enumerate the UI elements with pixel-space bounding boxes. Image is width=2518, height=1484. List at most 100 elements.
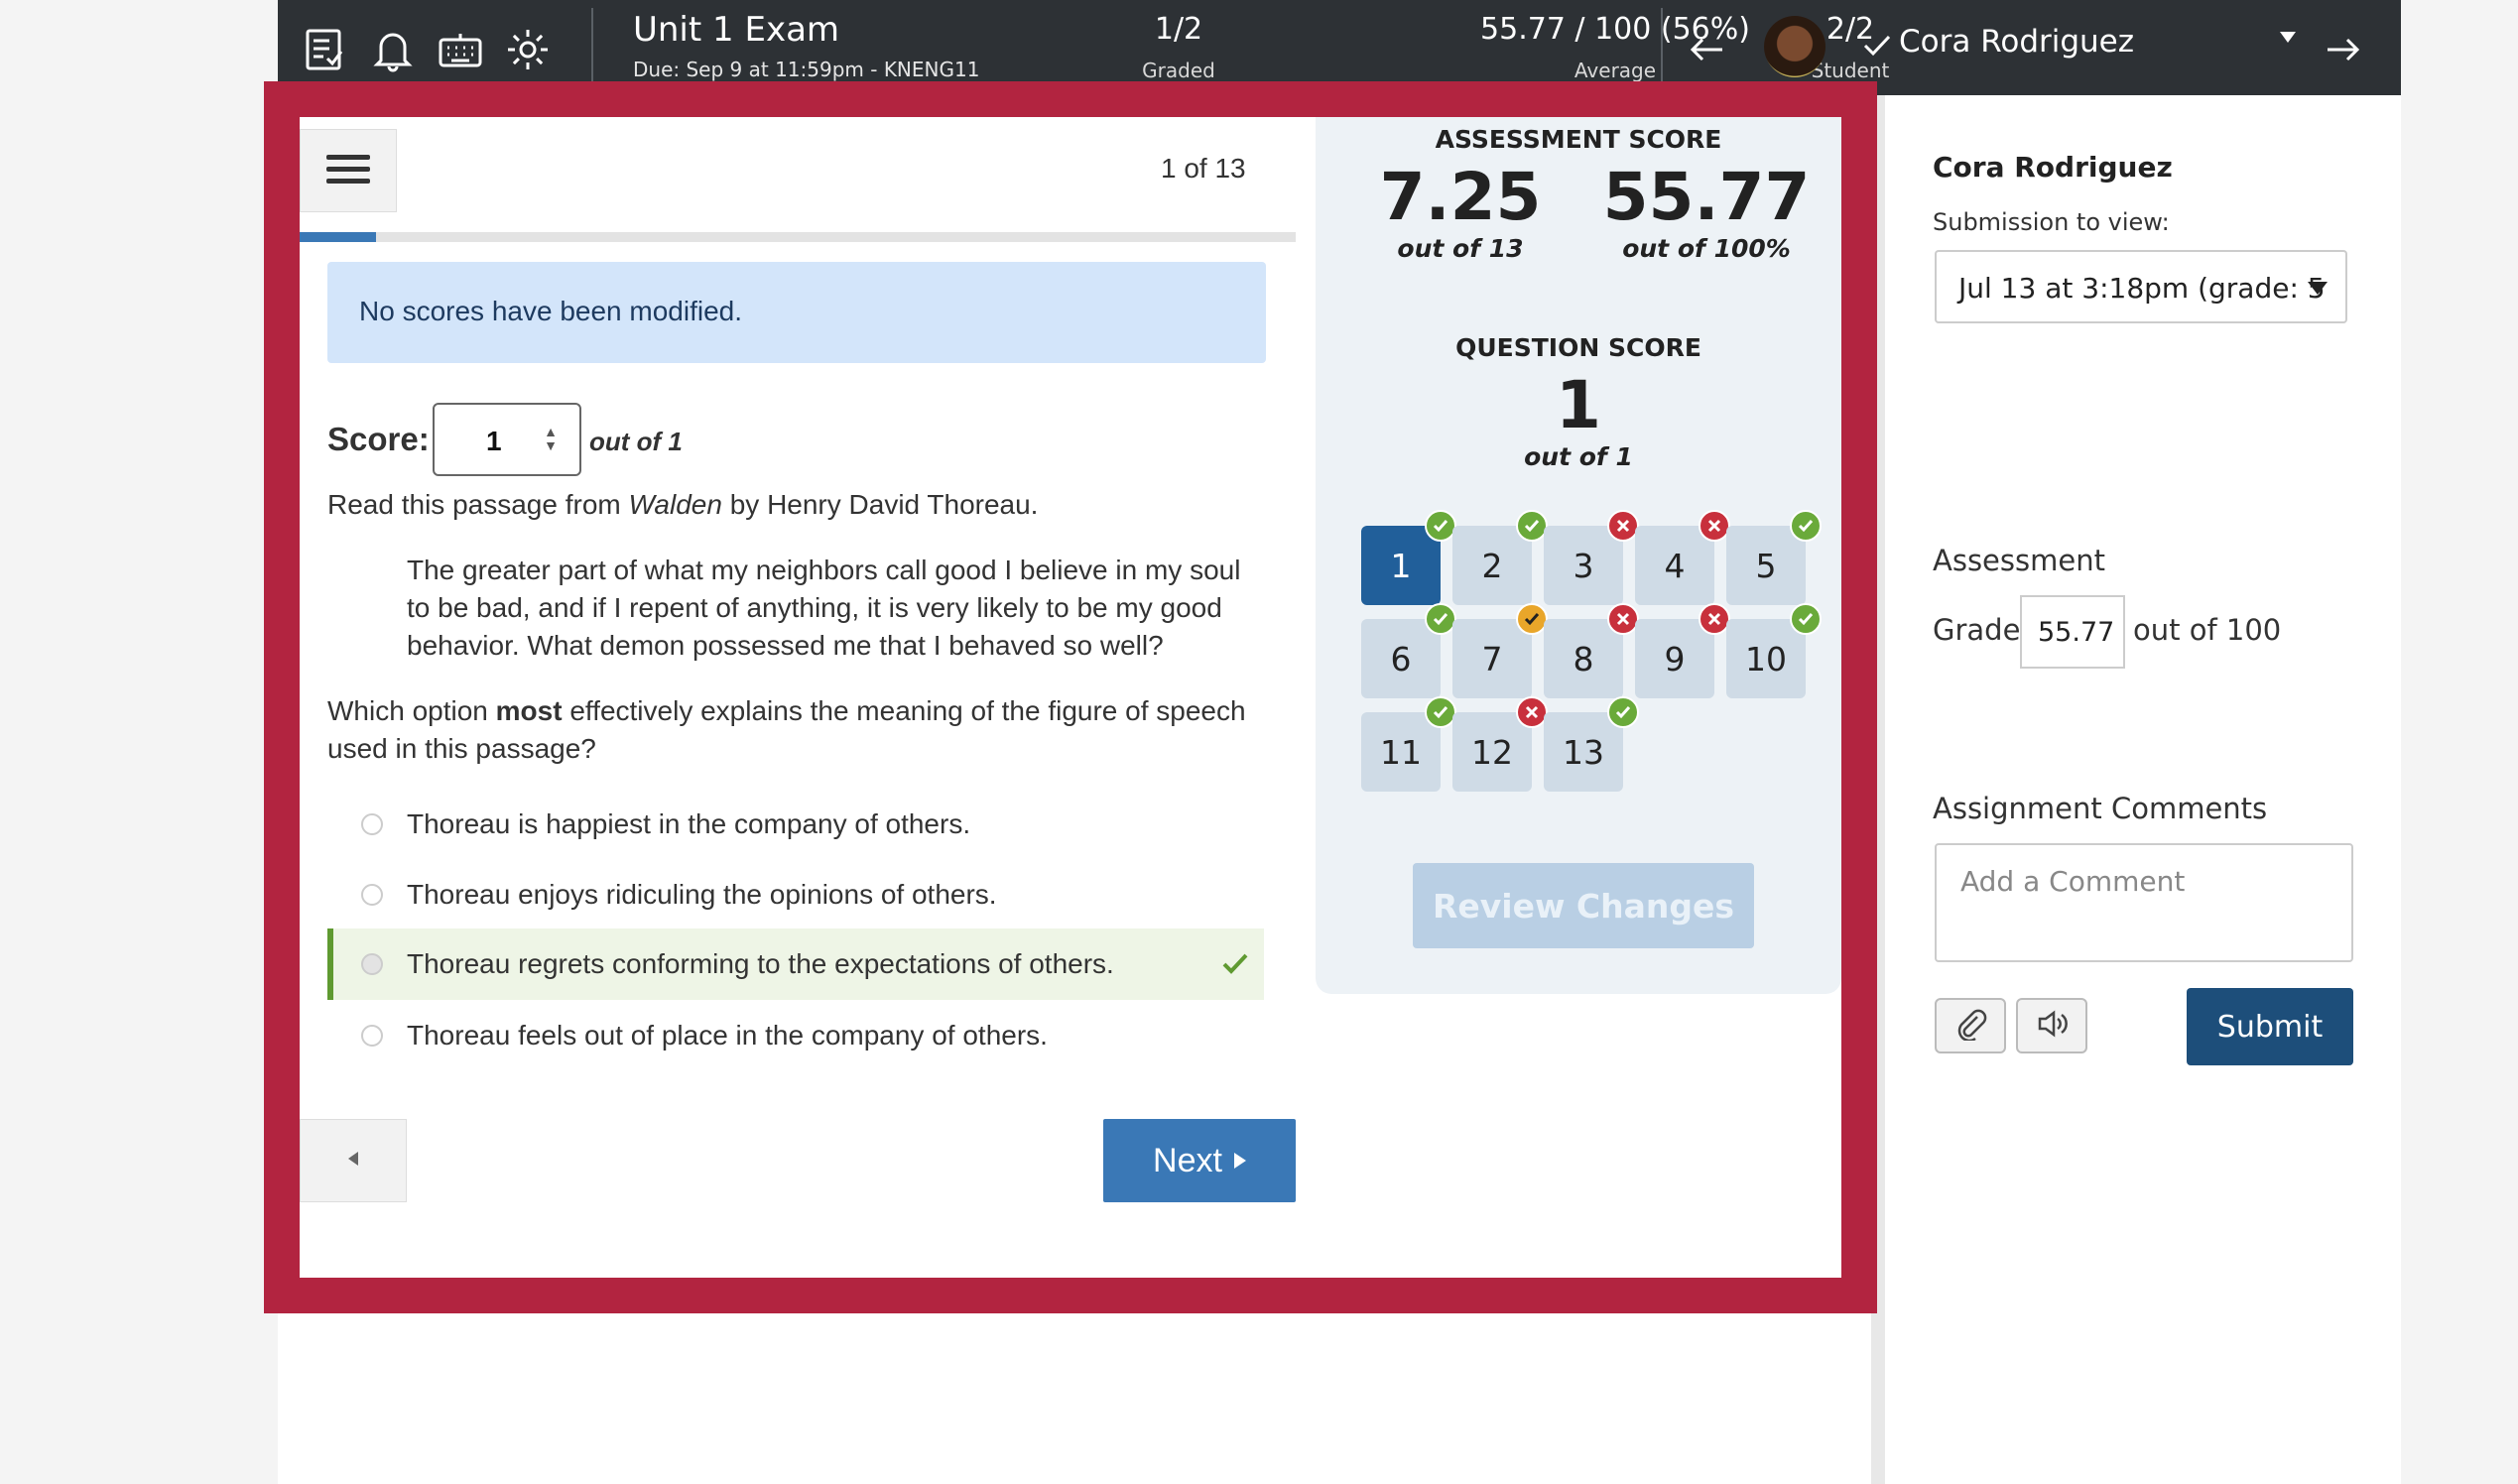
- correct-check-icon: [1220, 948, 1250, 978]
- passage-quote: The greater part of what my neighbors ca…: [407, 555, 1241, 661]
- radio-button[interactable]: [361, 813, 383, 835]
- answer-text: Thoreau enjoys ridiculing the opinions o…: [407, 879, 997, 910]
- arrow-left-icon[interactable]: [1681, 24, 1732, 75]
- radio-button[interactable]: [361, 884, 383, 906]
- intro-text: Read this passage from: [327, 489, 629, 520]
- media-comment-button[interactable]: [2016, 998, 2087, 1053]
- submission-select[interactable]: Jul 13 at 3:18pm (grade: 5: [1935, 250, 2347, 323]
- chevron-down-icon: [2308, 282, 2328, 295]
- progress-bar: [300, 232, 1296, 242]
- answer-text: Thoreau is happiest in the company of ot…: [407, 808, 971, 839]
- sidebar-student-name: Cora Rodriguez: [1933, 151, 2173, 184]
- bell-icon[interactable]: [367, 24, 419, 75]
- toolbar-divider: [591, 8, 593, 87]
- toolbar-divider: [1661, 8, 1663, 87]
- question-tile[interactable]: 5: [1726, 510, 1822, 605]
- gear-icon[interactable]: [502, 24, 554, 75]
- answer-option[interactable]: Thoreau is happiest in the company of ot…: [327, 789, 1264, 860]
- question-number: 7: [1481, 639, 1503, 679]
- question-number: 3: [1573, 546, 1594, 585]
- question-tile[interactable]: 13: [1544, 696, 1639, 792]
- previous-button[interactable]: [300, 1119, 407, 1202]
- question-number: 13: [1563, 732, 1604, 772]
- question-tile[interactable]: 7: [1452, 603, 1548, 698]
- intro-text: by Henry David Thoreau.: [721, 489, 1039, 520]
- grade-outof: out of 100: [2133, 613, 2282, 647]
- question-number: 2: [1481, 546, 1503, 585]
- submit-comment-button[interactable]: Submit: [2187, 988, 2353, 1065]
- speaker-icon: [2035, 1007, 2069, 1046]
- question-number: 11: [1380, 732, 1422, 772]
- question-number: 1: [1390, 546, 1412, 585]
- assignment-list-icon[interactable]: [300, 24, 351, 75]
- answer-text: Thoreau feels out of place in the compan…: [407, 1020, 1048, 1051]
- chevron-down-icon[interactable]: [2280, 32, 2296, 43]
- radio-button[interactable]: [361, 953, 383, 975]
- question-tile[interactable]: 8: [1544, 603, 1639, 698]
- question-tile[interactable]: 4: [1635, 510, 1730, 605]
- passage-intro: Read this passage from Walden by Henry D…: [327, 486, 1038, 524]
- score-value: 1: [486, 426, 502, 456]
- paperclip-icon: [1953, 1007, 1987, 1046]
- exam-title: Unit 1 Exam: [633, 10, 840, 50]
- assessment-score-heading: ASSESSMENT SCORE: [1435, 125, 1722, 154]
- correct-badge-icon: [1790, 603, 1822, 635]
- question-number: 12: [1471, 732, 1513, 772]
- graded-stat: 1/2 Graded: [1099, 12, 1258, 82]
- radio-button[interactable]: [361, 1025, 383, 1047]
- review-changes-button[interactable]: Review Changes: [1413, 863, 1754, 948]
- grade-input[interactable]: 55.77: [2020, 595, 2125, 669]
- triangle-left-icon: [345, 1151, 361, 1172]
- question-tile[interactable]: 1: [1361, 510, 1456, 605]
- percent-outof: out of 100%: [1622, 234, 1791, 263]
- next-button[interactable]: Next: [1103, 1119, 1296, 1202]
- question-menu-button[interactable]: [300, 129, 397, 212]
- prompt-emphasis: most: [495, 695, 563, 726]
- hamburger-icon: [326, 153, 370, 189]
- avatar: [1764, 16, 1826, 77]
- book-title: Walden: [628, 489, 722, 520]
- score-label: Score:: [327, 421, 430, 457]
- scores-notice: No scores have been modified.: [327, 262, 1266, 363]
- due-date: Due: Sep 9 at 11:59pm - KNENG11: [633, 58, 980, 81]
- score-stepper[interactable]: 1 ▲ ▼: [433, 403, 581, 476]
- comments-label: Assignment Comments: [1933, 792, 2268, 825]
- graded-value: 1/2: [1154, 12, 1203, 47]
- answer-text: Thoreau regrets conforming to the expect…: [407, 948, 1114, 979]
- question-counter: 1 of 13: [1161, 153, 1246, 184]
- question-score-outof: out of 1: [1524, 442, 1633, 471]
- assessment-label: Assessment: [1933, 544, 2105, 577]
- question-number: 9: [1664, 639, 1686, 679]
- prompt-text: Which option: [327, 695, 496, 726]
- question-tile[interactable]: 12: [1452, 696, 1548, 792]
- answer-option-correct[interactable]: Thoreau regrets conforming to the expect…: [327, 928, 1264, 1000]
- question-score-heading: QUESTION SCORE: [1455, 333, 1701, 362]
- score-outof: out of 1: [589, 427, 683, 456]
- answer-option[interactable]: Thoreau feels out of place in the compan…: [327, 1000, 1264, 1071]
- question-tile[interactable]: 9: [1635, 603, 1730, 698]
- student-selector[interactable]: Cora Rodriguez: [1899, 24, 2134, 60]
- points-outof: out of 13: [1397, 234, 1524, 263]
- question-prompt: Which option most effectively explains t…: [327, 692, 1270, 768]
- attach-file-button[interactable]: [1935, 998, 2006, 1053]
- arrow-right-icon[interactable]: [2318, 24, 2369, 75]
- question-number: 4: [1664, 546, 1686, 585]
- question-tile[interactable]: 11: [1361, 696, 1456, 792]
- question-tile[interactable]: 3: [1544, 510, 1639, 605]
- submission-select-value: Jul 13 at 3:18pm (grade: 5: [1958, 272, 2326, 305]
- graded-label: Graded: [1142, 59, 1215, 82]
- answer-option[interactable]: Thoreau enjoys ridiculing the opinions o…: [327, 859, 1264, 930]
- correct-badge-icon: [1607, 696, 1639, 728]
- grade-label: Grade: [1933, 613, 2021, 647]
- keyboard-icon[interactable]: [435, 24, 486, 75]
- comment-textarea[interactable]: Add a Comment: [1935, 843, 2353, 962]
- question-number: 10: [1745, 639, 1787, 679]
- question-tile[interactable]: 2: [1452, 510, 1548, 605]
- question-tile[interactable]: 10: [1726, 603, 1822, 698]
- spinner-arrows-icon[interactable]: ▲ ▼: [544, 425, 558, 452]
- percent-score: 55.77: [1602, 159, 1811, 235]
- points-score: 7.25: [1379, 159, 1542, 235]
- progress-fill: [300, 232, 377, 242]
- checkmark-icon: [1851, 20, 1903, 71]
- question-tile[interactable]: 6: [1361, 603, 1456, 698]
